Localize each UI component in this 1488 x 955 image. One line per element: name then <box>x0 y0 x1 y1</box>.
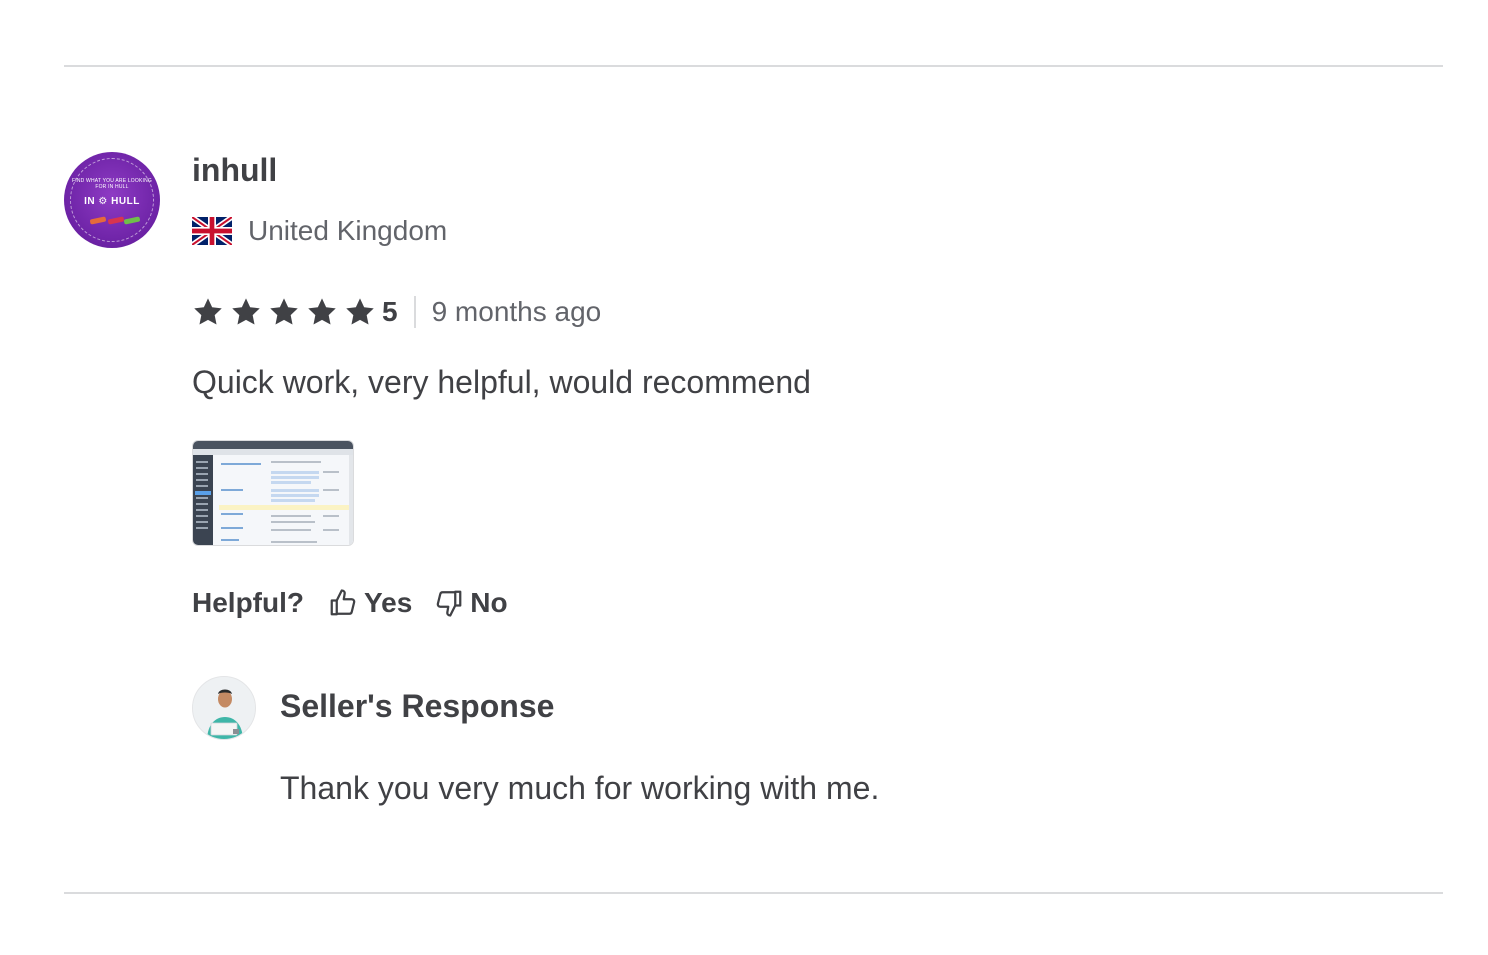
review-comment: Quick work, very helpful, would recommen… <box>192 364 811 400</box>
rating-value: 5 <box>382 296 398 327</box>
review-page: FIND WHAT YOU ARE LOOKING FOR IN HULL IN… <box>0 0 1488 955</box>
country-name: United Kingdom <box>248 215 448 246</box>
top-divider <box>64 65 1443 67</box>
screenshot-thumbnail-icon <box>193 441 353 545</box>
helpful-label: Helpful? <box>192 587 304 618</box>
star-icon <box>270 298 298 325</box>
reviewer-avatar[interactable]: FIND WHAT YOU ARE LOOKING FOR IN HULL IN… <box>64 152 160 248</box>
rating-row: 5 9 months ago <box>192 294 601 330</box>
review-date: 9 months ago <box>431 296 602 327</box>
seller-response-text: Thank you very much for working with me. <box>280 770 880 806</box>
rating-separator <box>413 296 416 328</box>
helpful-yes-label: Yes <box>364 587 413 618</box>
star-icon <box>232 298 260 325</box>
uk-flag-icon <box>192 217 232 245</box>
seller-response-title: Seller's Response <box>280 688 555 724</box>
star-icon <box>346 298 374 325</box>
helpful-yes-button[interactable]: Yes <box>328 587 412 619</box>
avatar-logo-text-3: IN ⚙ HULL <box>84 196 140 207</box>
bottom-divider <box>64 892 1443 894</box>
avatar-logo-text-2: FOR IN HULL <box>95 184 129 190</box>
thumbs-up-icon <box>330 589 356 616</box>
helpful-feedback: Helpful? Yes No <box>192 586 508 620</box>
star-icon <box>308 298 336 325</box>
star-rating <box>192 296 376 328</box>
review-attachment-thumbnail[interactable] <box>192 440 354 546</box>
reviewer-name[interactable]: inhull <box>192 150 277 190</box>
thumbs-down-icon <box>436 590 462 617</box>
helpful-no-button[interactable]: No <box>434 587 508 619</box>
seller-photo-icon <box>193 677 255 739</box>
reviewer-country: United Kingdom <box>192 214 447 248</box>
star-icon <box>194 298 222 325</box>
seller-avatar <box>192 676 256 740</box>
helpful-no-label: No <box>470 587 508 618</box>
